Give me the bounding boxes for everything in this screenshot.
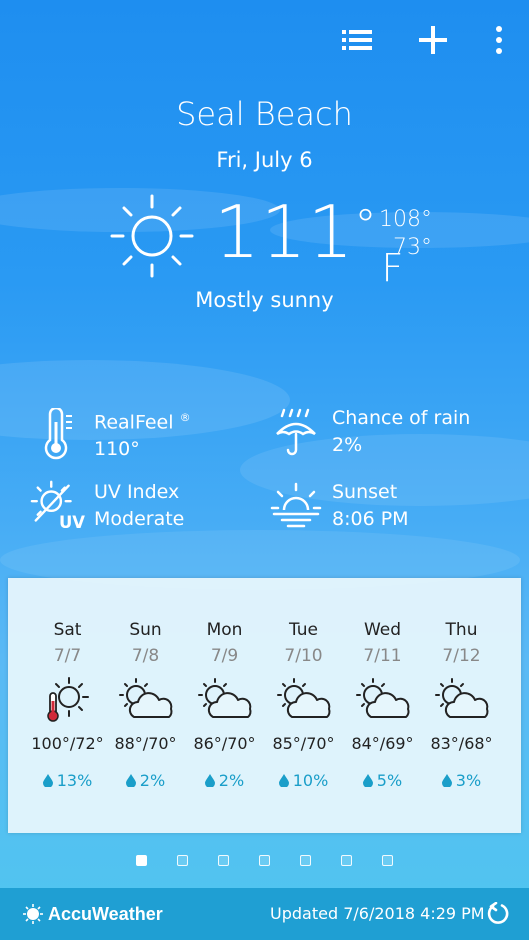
forecast-temps: 100°/72° — [31, 734, 104, 753]
sunset-detail: Sunset 8:06 PM — [268, 478, 409, 534]
forecast-precip: 2% — [139, 771, 166, 790]
forecast-day[interactable]: Sat 7/7 100°/72° 13% — [28, 578, 107, 790]
forecast-day-name: Sat — [53, 620, 82, 640]
low-temperature: 73° — [393, 235, 432, 260]
current-date: Fri, July 6 — [216, 148, 313, 172]
sun-icon — [110, 194, 194, 278]
partly-sunny-icon — [276, 678, 330, 718]
list-icon — [342, 30, 372, 50]
raindrop-icon — [125, 774, 136, 787]
hot-sun-icon — [46, 677, 89, 722]
forecast-day[interactable]: Sun 7/8 88°/70° 2% — [106, 578, 185, 790]
footer-bar: AccuWeather Updated 7/6/2018 4:29 PM — [0, 888, 529, 940]
forecast-day-name: Sun — [129, 620, 162, 640]
more-options-button[interactable] — [489, 20, 509, 60]
forecast-temps: 88°/70° — [114, 734, 177, 753]
temperature-value: 111 — [214, 190, 355, 274]
sunset-icon — [270, 482, 322, 528]
refresh-icon[interactable] — [486, 902, 510, 926]
realfeel-detail: RealFeel ® 110° — [30, 404, 191, 463]
last-updated: Updated 7/6/2018 4:29 PM — [270, 904, 485, 923]
partly-sunny-icon — [197, 678, 251, 718]
daily-forecast-panel[interactable]: Sat 7/7 100°/72° 13% Sun 7/8 88°/70° 2% … — [8, 578, 521, 833]
page-dot[interactable] — [341, 855, 352, 866]
page-dot[interactable] — [300, 855, 311, 866]
forecast-precip: 10% — [292, 771, 329, 790]
forecast-day-name: Mon — [206, 620, 243, 640]
locations-list-button[interactable] — [337, 20, 377, 60]
partly-sunny-icon — [118, 678, 172, 718]
raindrop-icon — [278, 774, 289, 787]
registered-mark: ® — [179, 411, 191, 424]
toolbar — [337, 20, 509, 60]
plus-icon — [419, 26, 447, 54]
forecast-day-date: 7/11 — [363, 646, 402, 666]
city-name: Seal Beach — [176, 95, 353, 133]
forecast-precip: 13% — [56, 771, 93, 790]
raindrop-icon — [441, 774, 452, 787]
forecast-day-name: Tue — [288, 620, 319, 640]
page-indicator[interactable] — [0, 855, 529, 866]
forecast-temps: 83°/68° — [430, 734, 493, 753]
more-vertical-icon — [496, 26, 502, 54]
page-dot[interactable] — [177, 855, 188, 866]
forecast-precip: 2% — [218, 771, 245, 790]
forecast-precip: 5% — [376, 771, 403, 790]
forecast-day-date: 7/10 — [284, 646, 323, 666]
thermometer-icon — [44, 407, 72, 459]
raindrop-icon — [362, 774, 373, 787]
forecast-day-date: 7/9 — [210, 646, 239, 666]
accuweather-logo[interactable]: AccuWeather — [22, 903, 163, 925]
current-conditions: 111°F — [108, 190, 404, 290]
rain-chance-label: Chance of rain — [332, 407, 471, 429]
forecast-day[interactable]: Wed 7/11 84°/69° 5% — [343, 578, 422, 790]
partly-sunny-icon — [434, 678, 488, 718]
forecast-day-date: 7/8 — [131, 646, 160, 666]
condition-text: Mostly sunny — [195, 288, 334, 312]
page-dot[interactable] — [382, 855, 393, 866]
forecast-temps: 86°/70° — [193, 734, 256, 753]
forecast-temps: 84°/69° — [351, 734, 414, 753]
rain-chance-detail: Chance of rain 2% — [268, 404, 470, 460]
forecast-day-name: Wed — [363, 620, 402, 640]
rain-chance-value: 2% — [332, 434, 363, 456]
sunset-label: Sunset — [332, 481, 398, 503]
umbrella-rain-icon — [276, 408, 316, 456]
realfeel-value: 110° — [94, 438, 140, 461]
forecast-day[interactable]: Mon 7/9 86°/70° 2% — [185, 578, 264, 790]
uv-index-detail: UV UV Index Moderate — [30, 478, 184, 534]
add-location-button[interactable] — [413, 20, 453, 60]
forecast-day-date: 7/12 — [442, 646, 481, 666]
raindrop-icon — [204, 774, 215, 787]
degree-symbol: ° — [354, 200, 378, 251]
forecast-day-date: 7/7 — [53, 646, 82, 666]
high-low: 108° 73° — [376, 206, 432, 262]
brand-name: AccuWeather — [48, 903, 163, 924]
sunset-value: 8:06 PM — [332, 508, 409, 530]
svg-text:UV: UV — [59, 513, 85, 532]
forecast-precip: 3% — [455, 771, 482, 790]
realfeel-label: RealFeel — [94, 411, 174, 434]
forecast-day-name: Thu — [445, 620, 478, 640]
raindrop-icon — [42, 774, 53, 787]
uv-index-label: UV Index — [94, 481, 180, 503]
uv-index-value: Moderate — [94, 508, 185, 530]
page-dot[interactable] — [259, 855, 270, 866]
high-temperature: 108° — [379, 207, 432, 232]
partly-sunny-icon — [355, 678, 409, 718]
forecast-temps: 85°/70° — [272, 734, 335, 753]
page-dot[interactable] — [218, 855, 229, 866]
forecast-day[interactable]: Tue 7/10 85°/70° 10% — [264, 578, 343, 790]
page-dot[interactable] — [136, 855, 147, 866]
forecast-day[interactable]: Thu 7/12 83°/68° 3% — [422, 578, 501, 790]
uv-sun-icon: UV — [30, 480, 85, 532]
sun-logo-icon — [23, 904, 43, 924]
